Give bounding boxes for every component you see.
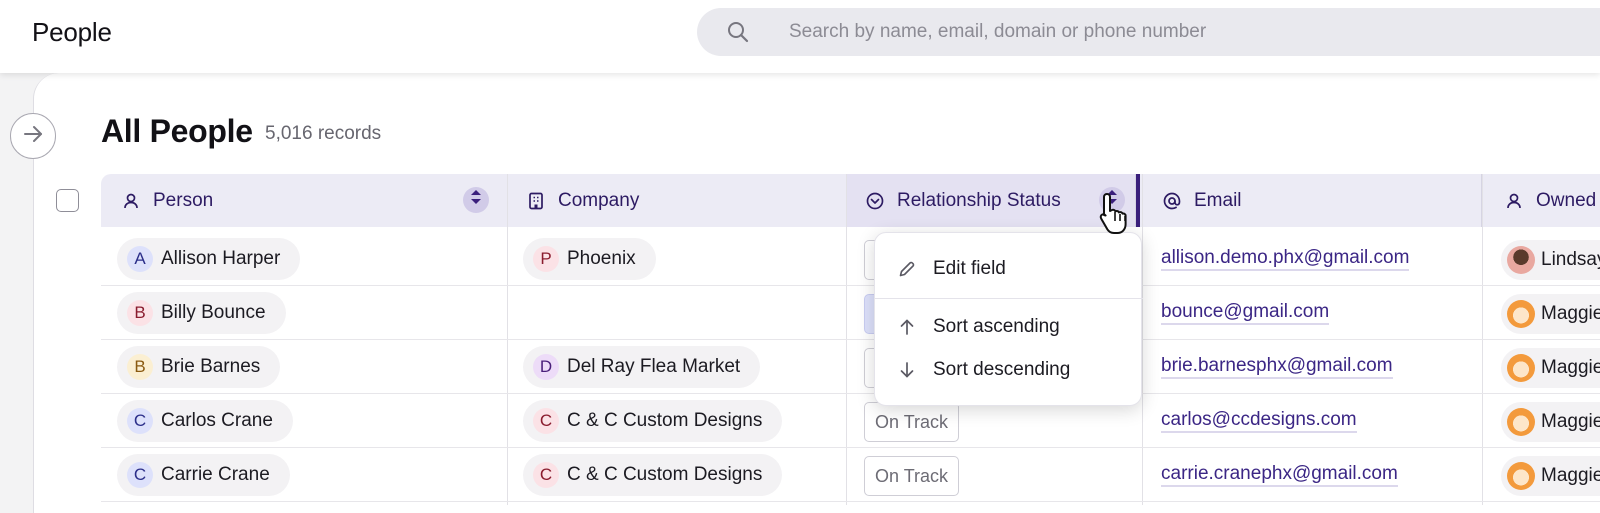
email-link[interactable]: bounce@gmail.com <box>1161 301 1330 325</box>
person-name: Carlos Crane <box>161 410 273 431</box>
owner-chip[interactable]: Maggie <box>1501 294 1600 334</box>
chevron-circle-icon <box>865 191 885 211</box>
owner-chip[interactable]: Maggie <box>1501 348 1600 388</box>
hand-pointer-icon <box>1096 190 1136 236</box>
sort-ascending-option[interactable]: Sort ascending <box>875 307 1143 347</box>
search-input[interactable] <box>789 16 1589 48</box>
column-menu: Edit field Sort ascending Sort descendin… <box>874 232 1143 406</box>
search-bar[interactable] <box>697 8 1600 56</box>
arrow-down-icon <box>897 360 917 380</box>
company-chip[interactable]: D Del Ray Flea Market <box>523 346 761 388</box>
owner-chip[interactable]: Maggie <box>1501 402 1600 442</box>
owner-name: Maggie <box>1541 465 1600 486</box>
table-row[interactable]: C Carlos Crane C C & C Custom Designs On… <box>101 394 1600 448</box>
person-avatar: C <box>127 462 153 488</box>
app-title: People <box>32 17 112 47</box>
person-chip[interactable]: B Brie Barnes <box>117 346 281 388</box>
owner-avatar <box>1507 462 1535 490</box>
page-title: All People <box>101 113 253 149</box>
menu-item-label: Sort descending <box>933 359 1071 380</box>
person-chip[interactable]: C Carrie Crane <box>117 454 290 496</box>
company-name: Del Ray Flea Market <box>567 356 741 377</box>
owner-avatar <box>1507 354 1535 382</box>
search-icon <box>727 21 749 43</box>
relationship-status-tag[interactable]: On Track <box>864 456 960 496</box>
column-label: Relationship Status <box>897 189 1061 211</box>
menu-item-label: Sort ascending <box>933 316 1060 337</box>
edit-field-option[interactable]: Edit field <box>875 249 1143 289</box>
person-name: Allison Harper <box>161 248 281 269</box>
person-chip[interactable]: A Allison Harper <box>117 238 301 280</box>
sort-toggle-icon <box>470 189 482 211</box>
table-header: Person Company Relationship Status Email <box>101 174 1600 227</box>
arrow-right-icon <box>20 121 46 152</box>
column-label: Owned <box>1536 189 1597 211</box>
company-chip[interactable]: P Phoenix <box>523 238 656 280</box>
menu-divider <box>875 298 1143 299</box>
email-link[interactable]: carrie.cranephx@gmail.com <box>1161 463 1398 487</box>
menu-item-label: Edit field <box>933 258 1006 279</box>
owner-chip[interactable]: Lindsay <box>1501 240 1600 280</box>
pencil-icon <box>897 259 917 279</box>
arrow-up-icon <box>897 317 917 337</box>
company-chip[interactable]: C C & C Custom Designs <box>523 400 783 442</box>
column-sort-button[interactable] <box>463 187 489 213</box>
column-header-email[interactable]: Email <box>1140 174 1482 227</box>
person-avatar: B <box>127 300 153 326</box>
owner-name: Maggie <box>1541 411 1600 432</box>
person-chip[interactable]: B Billy Bounce <box>117 292 286 334</box>
person-chip[interactable]: C Carlos Crane <box>117 400 293 442</box>
owner-avatar <box>1507 246 1535 274</box>
company-avatar: C <box>533 462 559 488</box>
top-bar: People <box>0 0 1600 73</box>
person-name: Brie Barnes <box>161 356 261 377</box>
owner-avatar <box>1507 408 1535 436</box>
select-all-checkbox[interactable] <box>56 189 79 212</box>
at-sign-icon <box>1162 191 1182 211</box>
company-avatar: P <box>533 246 559 272</box>
person-name: Billy Bounce <box>161 302 266 323</box>
company-name: C & C Custom Designs <box>567 464 763 485</box>
email-link[interactable]: allison.demo.phx@gmail.com <box>1161 247 1410 271</box>
column-header-person[interactable]: Person <box>101 174 508 227</box>
column-header-company[interactable]: Company <box>508 174 847 227</box>
column-label: Company <box>558 189 640 211</box>
table-row[interactable]: B Billy Bounce bounce@gmail.com Maggie <box>101 286 1600 340</box>
relationship-status-tag[interactable]: On Track <box>864 402 960 442</box>
email-link[interactable]: carlos@ccdesigns.com <box>1161 409 1357 433</box>
person-avatar: B <box>127 354 153 380</box>
company-name: C & C Custom Designs <box>567 410 763 431</box>
column-header-relationship-status[interactable]: Relationship Status <box>847 174 1136 227</box>
building-icon <box>526 191 546 211</box>
owner-avatar <box>1507 300 1535 328</box>
person-avatar: A <box>127 246 153 272</box>
table-row[interactable]: A Allison Harper P Phoenix allison.demo.… <box>101 232 1600 286</box>
column-label: Email <box>1194 189 1242 211</box>
column-label: Person <box>153 189 214 211</box>
sort-descending-option[interactable]: Sort descending <box>875 350 1143 390</box>
owner-chip[interactable]: Maggie <box>1501 456 1600 496</box>
person-name: Carrie Crane <box>161 464 270 485</box>
table-row[interactable]: C Carrie Crane C C & C Custom Designs On… <box>101 448 1600 502</box>
email-link[interactable]: brie.barnesphx@gmail.com <box>1161 355 1393 379</box>
company-avatar: C <box>533 408 559 434</box>
table-row[interactable]: B Brie Barnes D Del Ray Flea Market brie… <box>101 340 1600 394</box>
owner-name: Lindsay <box>1541 249 1600 270</box>
person-avatar: C <box>127 408 153 434</box>
expand-sidebar-button[interactable] <box>10 113 56 159</box>
column-resize-handle[interactable] <box>1136 174 1140 227</box>
record-count: 5,016 records <box>265 123 382 144</box>
company-avatar: D <box>533 354 559 380</box>
company-name: Phoenix <box>567 248 636 269</box>
person-icon <box>1504 191 1524 211</box>
person-icon <box>121 191 141 211</box>
owner-name: Maggie <box>1541 357 1600 378</box>
column-header-owned[interactable]: Owned <box>1482 174 1600 227</box>
company-chip[interactable]: C C & C Custom Designs <box>523 454 783 496</box>
owner-name: Maggie <box>1541 303 1600 324</box>
